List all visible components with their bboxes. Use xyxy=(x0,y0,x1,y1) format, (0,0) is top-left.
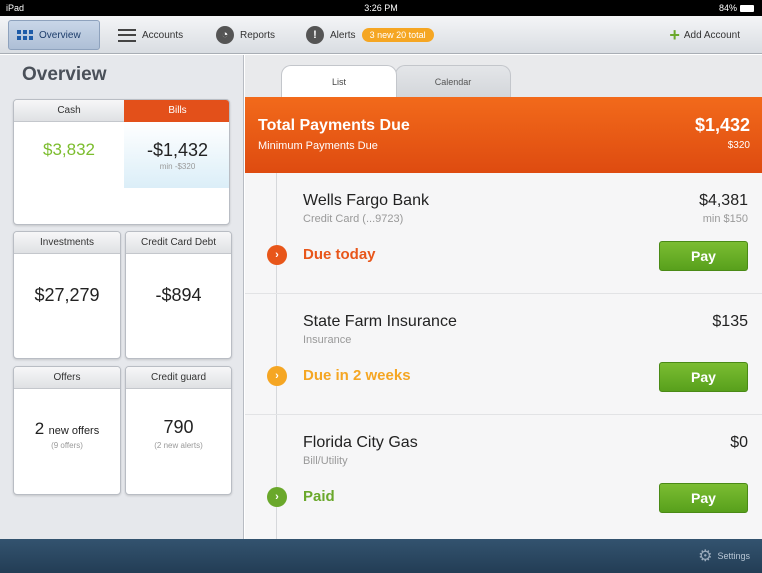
offers-count: 2 xyxy=(34,419,45,438)
pie-chart-icon: ◔ xyxy=(216,26,234,44)
bills-label: Bills xyxy=(168,105,187,116)
overview-panel: Overview Cash Bills $3,832 -$1,432 min -… xyxy=(0,55,244,539)
total-subtitle: Minimum Payments Due xyxy=(258,140,378,152)
pay-button[interactable]: Pay xyxy=(659,362,748,392)
total-amount: $1,432 xyxy=(694,115,750,135)
chevron-right-icon: › xyxy=(267,366,287,386)
nav-alerts[interactable]: ! Alerts 3 new 20 total xyxy=(298,20,442,50)
payment-amount: $4,381 xyxy=(699,192,748,209)
payee-name: Florida City Gas xyxy=(303,434,418,451)
view-tabs: Calendar List xyxy=(245,55,762,97)
payee-type: Credit Card (...9723) xyxy=(303,213,404,225)
cash-bills-card[interactable]: Cash Bills $3,832 -$1,432 min -$320 xyxy=(13,99,230,225)
add-account-button[interactable]: + Add Account xyxy=(661,20,748,50)
alerts-badge: 3 new 20 total xyxy=(361,28,434,42)
payment-status: Due in 2 weeks xyxy=(303,367,411,384)
payment-status: Due today xyxy=(303,246,376,263)
bills-header: Bills xyxy=(124,100,229,122)
list-icon xyxy=(118,28,136,42)
plus-icon: + xyxy=(669,24,680,45)
cash-value: $3,832 xyxy=(43,140,95,159)
battery-indicator: 84% xyxy=(719,3,754,13)
credit-guard-label: Credit guard xyxy=(126,367,231,389)
offers-sub: (9 offers) xyxy=(51,441,83,450)
pay-button[interactable]: Pay xyxy=(659,241,748,271)
settings-label: Settings xyxy=(717,551,750,561)
payment-amount: $135 xyxy=(712,313,748,330)
investments-label: Investments xyxy=(14,232,120,254)
nav-accounts-label: Accounts xyxy=(142,29,184,41)
alert-icon: ! xyxy=(306,26,324,44)
credit-card-debt-card[interactable]: Credit Card Debt -$894 xyxy=(125,231,232,359)
battery-icon xyxy=(740,5,754,12)
bills-value: -$1,432 xyxy=(146,140,209,160)
offers-text: new offers xyxy=(48,425,100,437)
payee-type: Bill/Utility xyxy=(303,455,348,467)
gear-icon: ⚙ xyxy=(698,548,713,565)
payment-row[interactable]: State Farm Insurance Insurance $135 › Du… xyxy=(245,294,762,415)
chevron-right-icon: › xyxy=(267,487,287,507)
payee-name: State Farm Insurance xyxy=(303,313,457,330)
nav-alerts-label: Alerts xyxy=(330,29,356,41)
payee-type: Insurance xyxy=(303,334,352,346)
bottom-bar: ⚙ Settings xyxy=(0,539,762,573)
tab-list[interactable]: List xyxy=(281,65,397,97)
credit-card-debt-value: -$894 xyxy=(155,285,202,305)
payment-status: Paid xyxy=(303,488,335,505)
offers-card[interactable]: Offers 2 new offers (9 offers) xyxy=(13,366,121,495)
offers-value: 2 new offers xyxy=(14,419,120,439)
bills-min: min -$320 xyxy=(159,162,196,171)
nav-overview[interactable]: Overview xyxy=(8,20,100,50)
investments-value: $27,279 xyxy=(34,285,100,305)
payment-row[interactable]: Florida City Gas Bill/Utility $0 › Paid … xyxy=(245,415,762,536)
pay-button[interactable]: Pay xyxy=(659,483,748,513)
nav-reports[interactable]: ◔ Reports xyxy=(208,20,283,50)
payment-row[interactable]: Wells Fargo Bank Credit Card (...9723) $… xyxy=(245,173,762,294)
investments-card[interactable]: Investments $27,279 xyxy=(13,231,121,359)
cash-header: Cash xyxy=(14,100,124,122)
battery-percent: 84% xyxy=(718,3,737,13)
payee-name: Wells Fargo Bank xyxy=(303,192,429,209)
credit-card-debt-label: Credit Card Debt xyxy=(126,232,231,254)
payments-panel: Calendar List Total Payments Due Minimum… xyxy=(245,55,762,539)
settings-button[interactable]: ⚙ Settings xyxy=(698,546,750,566)
credit-guard-sub: (2 new alerts) xyxy=(154,441,203,450)
credit-guard-card[interactable]: Credit guard 790 (2 new alerts) xyxy=(125,366,232,495)
overview-title: Overview xyxy=(22,64,107,85)
payment-min: min $150 xyxy=(702,213,748,225)
nav-reports-label: Reports xyxy=(240,29,276,41)
status-bar: iPad 3:26 PM 84% xyxy=(0,0,762,16)
nav-accounts[interactable]: Accounts xyxy=(110,20,191,50)
add-account-label: Add Account xyxy=(683,29,740,41)
tab-calendar[interactable]: Calendar xyxy=(395,65,511,97)
total-min-amount: $320 xyxy=(727,140,750,151)
offers-label: Offers xyxy=(14,367,120,389)
chevron-right-icon: › xyxy=(267,245,287,265)
clock: 3:26 PM xyxy=(364,3,398,13)
nav-overview-label: Overview xyxy=(39,29,81,41)
credit-guard-value: 790 xyxy=(163,417,194,437)
grid-icon xyxy=(17,30,33,40)
total-payments-banner: Total Payments Due Minimum Payments Due … xyxy=(245,97,762,173)
payment-amount: $0 xyxy=(730,434,748,451)
total-title: Total Payments Due xyxy=(258,117,410,134)
top-nav-bar: Overview Accounts ◔ Reports ! Alerts 3 n… xyxy=(0,16,762,54)
cash-label: Cash xyxy=(57,105,81,116)
